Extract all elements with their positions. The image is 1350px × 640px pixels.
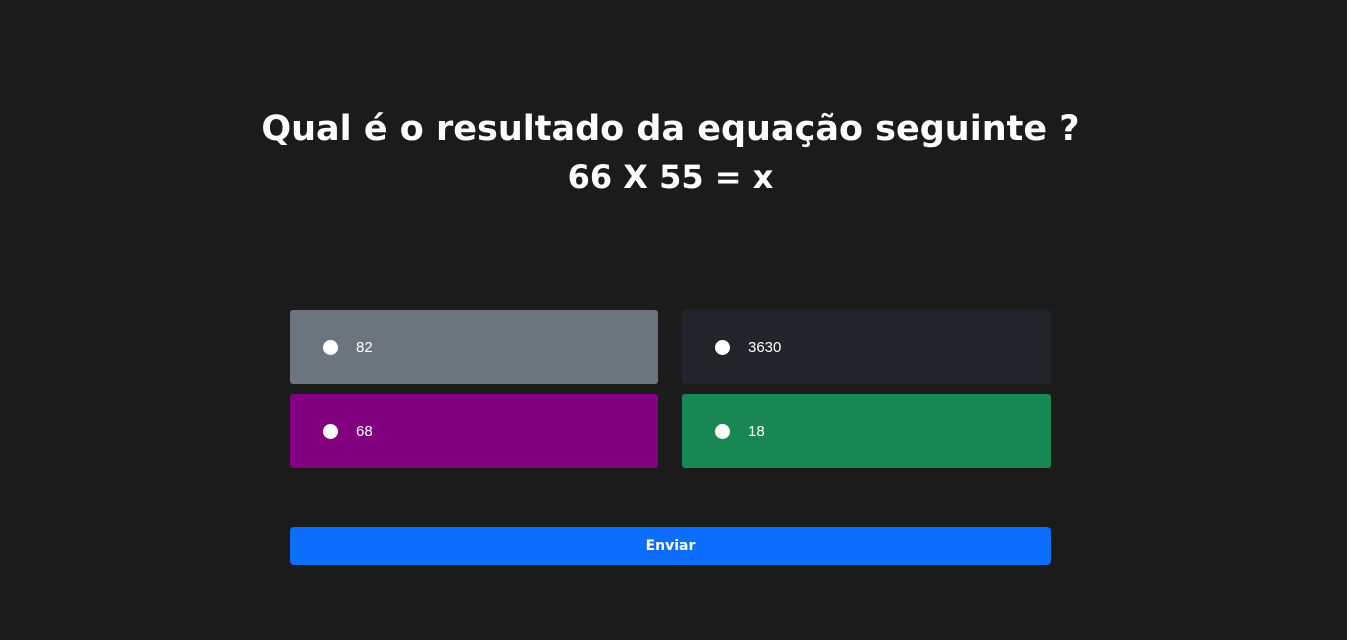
radio-button[interactable] <box>715 423 730 439</box>
option-label: 3630 <box>748 338 782 356</box>
question-header: Qual é o resultado da equação seguinte ?… <box>0 104 1341 200</box>
submit-button[interactable]: Enviar <box>290 527 1051 565</box>
option-68[interactable]: 68 <box>290 394 658 468</box>
radio-button[interactable] <box>715 339 730 355</box>
quiz-page: Qual é o resultado da equação seguinte ?… <box>0 0 1350 640</box>
option-18[interactable]: 18 <box>682 394 1051 468</box>
question-equation: 66 X 55 = x <box>567 158 774 196</box>
option-82[interactable]: 82 <box>290 310 658 384</box>
radio-button[interactable] <box>323 423 338 439</box>
question-title: Qual é o resultado da equação seguinte ? <box>261 109 1080 149</box>
radio-button[interactable] <box>323 339 338 355</box>
option-label: 82 <box>356 338 373 356</box>
answer-options: 82 3630 68 18 <box>290 310 1051 468</box>
option-label: 18 <box>748 422 765 440</box>
option-label: 68 <box>356 422 373 440</box>
option-3630[interactable]: 3630 <box>682 310 1051 384</box>
